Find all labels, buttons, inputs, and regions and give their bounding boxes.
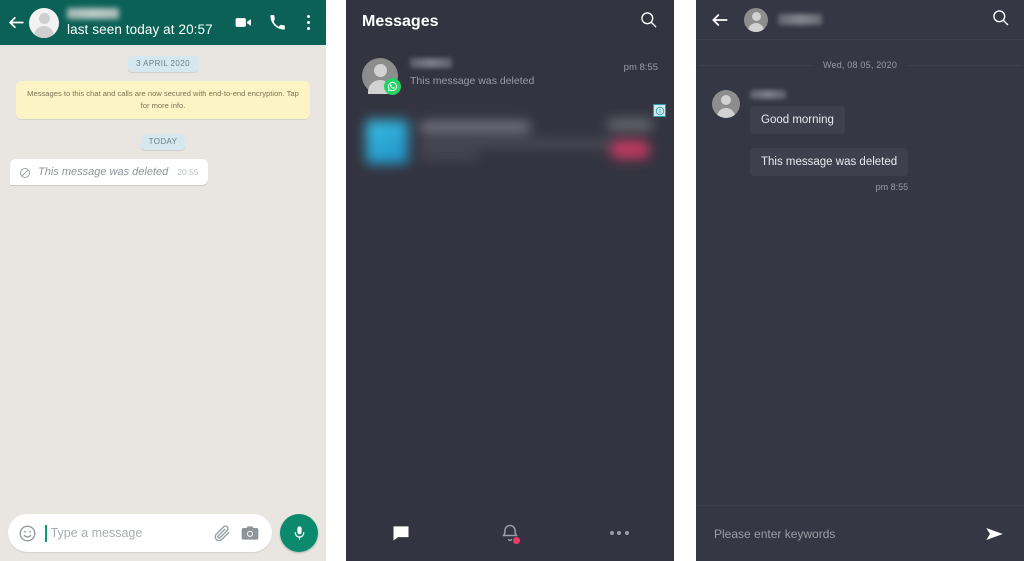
deleted-message-bubble[interactable]: This message was deleted — [750, 148, 909, 176]
contact-name-redacted — [778, 14, 822, 25]
overflow-menu-icon[interactable] — [302, 15, 314, 30]
page-title: Messages — [362, 13, 439, 30]
emoji-smiley-icon[interactable] — [18, 524, 37, 543]
date-pill: 3 APRIL 2020 — [128, 56, 198, 72]
notification-badge — [512, 537, 520, 544]
whatsapp-input-bar: Type a message — [0, 505, 326, 561]
advertisement-row[interactable] — [358, 104, 666, 174]
whatsapp-header: last seen today at 20:57 — [0, 0, 326, 45]
more-horizontal-icon — [609, 531, 629, 535]
ad-title-redacted — [420, 122, 530, 132]
message-row: This message was deleted 20:55 — [0, 158, 326, 185]
message-column: Good morning This message was deleted pm… — [750, 90, 909, 192]
date-divider: Wed, 08 05, 2020 — [696, 60, 1024, 70]
avatar[interactable] — [29, 7, 59, 38]
ad-body-redacted — [420, 140, 620, 147]
nav-item-chats[interactable] — [346, 523, 455, 543]
message-bubble[interactable]: Good morning — [750, 106, 845, 134]
message-input-placeholder: Type a message — [50, 526, 143, 540]
whatsapp-chat-panel: last seen today at 20:57 3 APRIL 2020 Me… — [0, 0, 326, 561]
back-icon[interactable] — [4, 11, 28, 35]
whatsapp-badge-icon — [384, 78, 401, 95]
message-group: Good morning This message was deleted pm… — [696, 90, 1024, 192]
search-icon[interactable] — [639, 10, 658, 34]
message-preview: This message was deleted — [410, 75, 535, 87]
avatar[interactable] — [744, 7, 768, 32]
message-timestamp: pm 8:55 — [875, 182, 909, 192]
bottom-navigation — [346, 505, 674, 561]
message-list-item[interactable]: This message was deleted pm 8:55 — [346, 44, 674, 104]
keyword-input-placeholder[interactable]: Please enter keywords — [714, 527, 984, 541]
contact-info[interactable]: last seen today at 20:57 — [67, 8, 234, 37]
date-divider-1: 3 APRIL 2020 — [0, 53, 326, 72]
text-caret — [45, 524, 47, 542]
chat-header — [696, 0, 1024, 40]
header-actions — [234, 13, 314, 32]
ad-blurred-content — [358, 112, 662, 174]
deleted-message-bubble[interactable]: This message was deleted 20:55 — [10, 158, 208, 185]
message-input-field[interactable]: Type a message — [8, 514, 272, 552]
ad-info-icon[interactable] — [653, 104, 666, 117]
microphone-button[interactable] — [280, 514, 318, 552]
whatsapp-message-area: 3 APRIL 2020 Messages to this chat and c… — [0, 45, 326, 561]
divider-line-right — [907, 64, 1022, 66]
ad-body-line2-redacted — [420, 152, 478, 159]
ad-meta-redacted — [608, 120, 652, 129]
message-timestamp: pm 8:55 — [623, 62, 658, 73]
message-timestamp: 20:55 — [177, 166, 199, 177]
nav-item-more[interactable] — [565, 531, 674, 535]
encryption-notice[interactable]: Messages to this chat and calls are now … — [16, 81, 310, 119]
search-icon[interactable] — [991, 8, 1010, 32]
today-pill: TODAY — [140, 133, 186, 150]
dark-chat-panel: Wed, 08 05, 2020 Good morning This messa… — [696, 0, 1024, 561]
message-item-texts: This message was deleted — [410, 58, 658, 87]
send-icon[interactable] — [984, 523, 1006, 545]
messages-app-panel: Messages This message was deleted pm 8:5… — [346, 0, 674, 561]
avatar[interactable] — [712, 90, 740, 118]
paperclip-icon[interactable] — [212, 523, 232, 543]
video-call-icon[interactable] — [234, 13, 253, 32]
camera-icon[interactable] — [240, 523, 260, 543]
sender-name-redacted — [750, 90, 786, 99]
ad-thumbnail — [366, 120, 408, 164]
contact-status: last seen today at 20:57 — [67, 22, 213, 37]
blocked-icon — [19, 166, 31, 178]
date-text: Wed, 08 05, 2020 — [822, 60, 898, 70]
chat-input-bar: Please enter keywords — [696, 505, 1024, 561]
nav-item-notifications[interactable] — [455, 523, 564, 544]
divider-line-left — [698, 64, 813, 66]
back-icon[interactable] — [710, 10, 730, 30]
date-divider-2: TODAY — [0, 131, 326, 150]
deleted-message-text: This message was deleted — [38, 165, 169, 178]
contact-name-redacted — [410, 58, 452, 68]
contact-name-redacted — [67, 8, 119, 19]
messages-header: Messages — [346, 0, 674, 44]
phone-call-icon[interactable] — [269, 14, 286, 31]
screenshot-stage: last seen today at 20:57 3 APRIL 2020 Me… — [0, 0, 1024, 561]
avatar — [362, 58, 401, 95]
chat-message-area: Wed, 08 05, 2020 Good morning This messa… — [696, 40, 1024, 505]
ad-cta-redacted — [610, 140, 650, 159]
